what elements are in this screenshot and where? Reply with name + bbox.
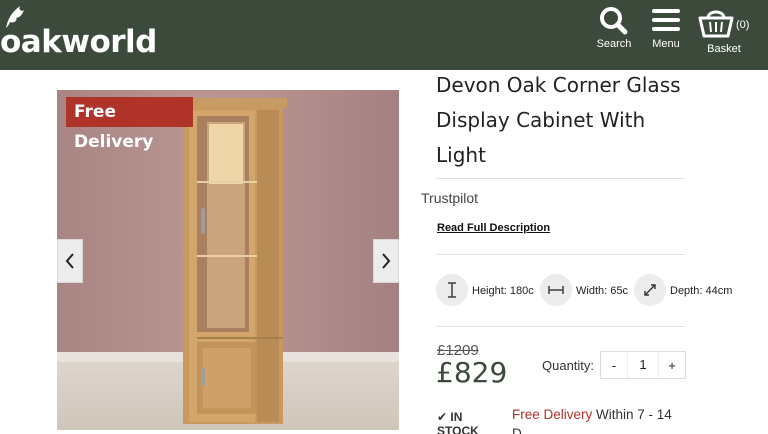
basket-label: Basket: [707, 43, 741, 55]
cabinet-illustration: [179, 98, 287, 424]
site-header: oakworld Search Menu (0) Basket: [0, 0, 768, 70]
delivery-info: Free Delivery Within 7 - 14 D: [512, 405, 702, 434]
width-icon-wrap: [540, 274, 572, 306]
product-title-line3: Light: [436, 143, 486, 167]
free-delivery-badge: Free Delivery: [66, 97, 193, 152]
menu-label: Menu: [652, 38, 680, 50]
quantity-label: Quantity:: [542, 358, 595, 373]
search-button[interactable]: Search: [593, 6, 635, 62]
read-description-link[interactable]: Read Full Description: [437, 222, 550, 234]
gallery-next-button[interactable]: [373, 239, 399, 283]
hamburger-icon: [652, 9, 680, 31]
chevron-left-icon: [65, 253, 74, 269]
trustpilot-widget[interactable]: Trustpilot: [421, 190, 478, 206]
depth-icon: [644, 284, 656, 296]
height-icon-wrap: [436, 274, 468, 306]
width-icon: [548, 286, 564, 294]
menu-button[interactable]: Menu: [646, 6, 686, 62]
quantity-increase-button[interactable]: +: [659, 352, 685, 378]
quantity-decrease-button[interactable]: -: [601, 352, 627, 378]
search-label: Search: [596, 38, 632, 50]
logo-text: oakworld: [0, 24, 157, 60]
search-icon: [600, 7, 628, 35]
width-value: Width: 65c: [576, 285, 628, 297]
divider: [436, 178, 685, 179]
divider: [436, 254, 685, 255]
oakworld-logo[interactable]: oakworld: [0, 2, 160, 62]
stock-status: ✔ IN STOCK: [437, 410, 487, 434]
basket-icon: [698, 10, 734, 38]
depth-value: Depth: 44cm: [670, 285, 733, 297]
checkmark-icon: ✔: [437, 410, 448, 424]
height-icon: [448, 282, 456, 298]
dimensions-row: Height: 180c Width: 65c Depth: 44cm: [436, 274, 768, 310]
stock-line1: IN: [450, 410, 463, 424]
quantity-input[interactable]: 1: [627, 352, 659, 378]
delivery-line2: D: [512, 426, 522, 434]
delivery-highlight: Free Delivery: [512, 407, 593, 422]
divider: [436, 326, 685, 327]
depth-icon-wrap: [634, 274, 666, 306]
current-price: £829: [436, 356, 508, 389]
chevron-right-icon: [382, 253, 391, 269]
basket-button[interactable]: (0) Basket: [696, 6, 752, 62]
delivery-text: Within 7 - 14: [592, 407, 672, 422]
product-title-line2: Display Cabinet With: [436, 108, 646, 132]
height-value: Height: 180c: [472, 285, 534, 297]
basket-count: (0): [736, 19, 750, 31]
stock-line2: STOCK: [437, 424, 479, 434]
quantity-stepper: - 1 +: [600, 351, 686, 379]
product-title: Devon Oak Corner Glass Display Cabinet W…: [436, 68, 706, 173]
gallery-prev-button[interactable]: [57, 239, 83, 283]
product-title-line1: Devon Oak Corner Glass: [436, 73, 681, 97]
